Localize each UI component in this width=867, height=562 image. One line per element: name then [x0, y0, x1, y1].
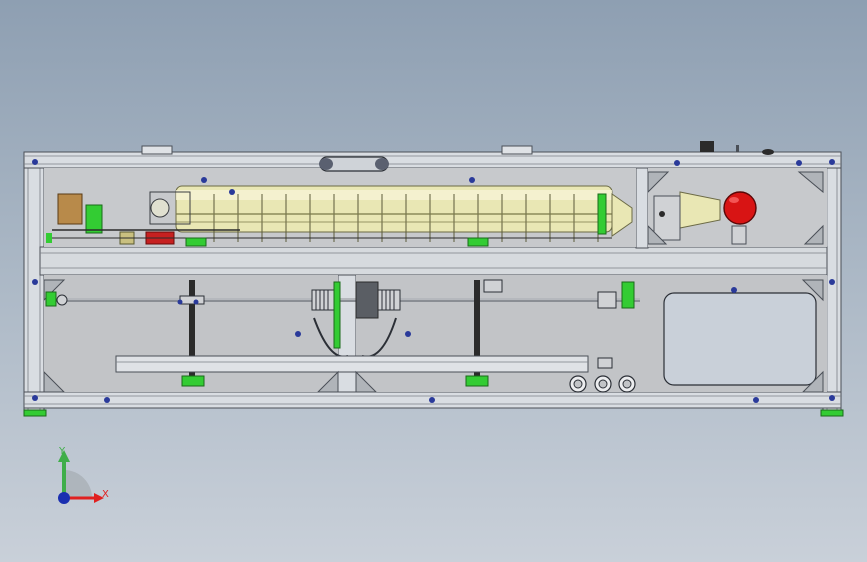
coordinate-triad: Y X [58, 446, 109, 504]
lower-chamber [43, 275, 827, 393]
origin-sphere [58, 492, 70, 504]
x-axis-label: X [102, 489, 109, 500]
foot-right [820, 409, 844, 417]
motor-block [355, 281, 379, 319]
top-knob [700, 141, 714, 152]
top-clip-left [141, 145, 173, 155]
frame-compartment-divider [635, 167, 649, 249]
access-cutout [663, 292, 817, 386]
red-indicator-lamp [723, 191, 757, 225]
round-grommets [569, 375, 636, 393]
y-axis-label: Y [58, 446, 66, 457]
bearing-block [597, 291, 617, 309]
frame-middle-rail [39, 246, 828, 276]
guide-bar [115, 355, 589, 373]
tube-clamp-right [467, 237, 489, 247]
shaft-coupling-left [311, 289, 335, 311]
leveling-feet [23, 409, 844, 417]
tube-clamp-left [185, 237, 207, 247]
tube-end-clamp [597, 193, 607, 235]
foot-left [23, 409, 47, 417]
upper-chamber [44, 168, 827, 247]
frame-lower-center-post [337, 274, 357, 393]
cad-viewport[interactable] [0, 0, 867, 562]
shaft-coupling-right [377, 289, 401, 311]
top-clip-right [501, 145, 533, 155]
